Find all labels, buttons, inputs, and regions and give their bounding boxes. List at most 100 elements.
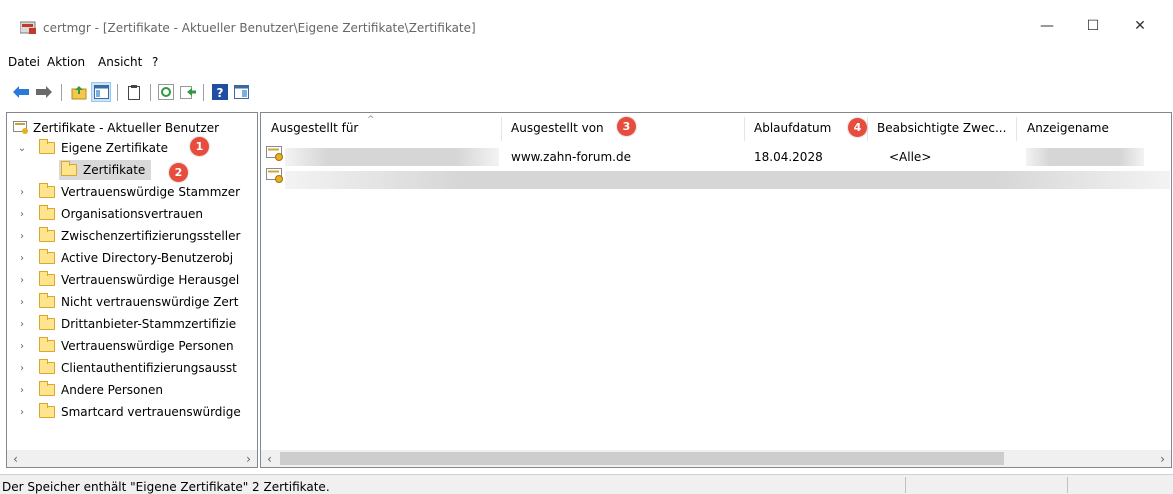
cell-intended-purposes: <Alle> xyxy=(889,150,932,164)
scroll-right-icon[interactable]: › xyxy=(240,450,257,467)
tree-item-smartcard[interactable]: Smartcard vertrauenswürdige xyxy=(39,402,241,422)
refresh-icon[interactable] xyxy=(156,82,176,102)
menu-ansicht[interactable]: Ansicht xyxy=(98,55,142,69)
sort-ascending-icon: ^ xyxy=(367,115,375,125)
console-view-icon[interactable] xyxy=(231,82,251,102)
toolbar-separator xyxy=(61,84,62,101)
scroll-right-icon[interactable]: › xyxy=(1154,450,1171,467)
folder-icon xyxy=(39,183,55,198)
annotation-badge: 4 xyxy=(848,118,867,137)
redacted-issued-to xyxy=(285,148,499,166)
clipboard-icon[interactable] xyxy=(124,82,144,102)
menu-datei[interactable]: Datei xyxy=(8,55,40,69)
tree-item-organisationsvertrauen[interactable]: Organisationsvertrauen xyxy=(39,204,203,224)
folder-icon xyxy=(39,227,55,242)
tree-root[interactable]: Zertifikate - Aktueller Benutzer xyxy=(13,118,219,138)
title-bar: certmgr - [Zertifikate - Aktueller Benut… xyxy=(0,10,1173,42)
column-divider[interactable] xyxy=(1016,117,1017,141)
chevron-right-icon[interactable]: › xyxy=(16,380,28,400)
cell-expiration: 18.04.2028 xyxy=(754,150,823,164)
tree-root-label: Zertifikate - Aktueller Benutzer xyxy=(33,121,220,135)
column-divider[interactable] xyxy=(501,117,502,141)
tree-horizontal-scrollbar[interactable]: ‹ › xyxy=(7,450,257,467)
status-text: Der Speicher enthält "Eigene Zertifikate… xyxy=(2,480,330,494)
chevron-right-icon[interactable]: › xyxy=(16,314,28,334)
folder-icon xyxy=(39,315,55,330)
menu-bar: Datei Aktion Ansicht ? xyxy=(0,50,1173,74)
help-icon[interactable]: ? xyxy=(210,82,230,102)
column-header-expiration[interactable]: Ablaufdatum xyxy=(754,117,831,139)
column-header-intended-purposes[interactable]: Beabsichtigte Zwec... xyxy=(877,117,1006,139)
tree-item-label: Nicht vertrauenswürdige Zert xyxy=(61,295,239,309)
show-hide-console-tree-icon[interactable] xyxy=(91,82,111,102)
folder-icon xyxy=(39,293,55,308)
tree-item-nicht-vertrauenswuerdige[interactable]: Nicht vertrauenswürdige Zert xyxy=(39,292,238,312)
tree-item-active-directory[interactable]: Active Directory-Benutzerobj xyxy=(39,248,233,268)
toolbar: ? xyxy=(0,78,1173,108)
back-arrow-icon[interactable] xyxy=(11,82,31,102)
chevron-right-icon[interactable]: › xyxy=(16,336,28,356)
folder-icon xyxy=(39,205,55,220)
column-divider[interactable] xyxy=(867,117,868,141)
menu-help[interactable]: ? xyxy=(152,55,158,69)
certificate-icon xyxy=(266,168,283,183)
tree-item-label: Zertifikate xyxy=(83,163,146,177)
svg-text:?: ? xyxy=(217,86,224,100)
annotation-badge: 2 xyxy=(169,163,188,182)
annotation-badge: 1 xyxy=(190,137,209,156)
tree-item-vertrauenswuerdige-herausgeber[interactable]: Vertrauenswürdige Herausgel xyxy=(39,270,239,290)
column-header-friendly-name[interactable]: Anzeigename xyxy=(1027,117,1109,139)
console-tree-pane: Zertifikate - Aktueller Benutzer ⌄ Eigen… xyxy=(6,112,258,468)
tree-item-zertifikate[interactable]: Zertifikate xyxy=(59,160,152,180)
tree-item-zwischenzertifizierungsstellen[interactable]: Zwischenzertifizierungssteller xyxy=(39,226,240,246)
menu-aktion[interactable]: Aktion xyxy=(47,55,85,69)
chevron-right-icon[interactable]: › xyxy=(16,292,28,312)
column-header-issued-by[interactable]: Ausgestellt von xyxy=(511,117,604,139)
scroll-left-icon[interactable]: ‹ xyxy=(7,450,24,467)
tree-item-label: Vertrauenswürdige Stammzer xyxy=(61,185,241,199)
redacted-row xyxy=(285,171,1170,189)
tree-item-label: Eigene Zertifikate xyxy=(61,141,169,155)
column-header-issued-to[interactable]: Ausgestellt für xyxy=(271,117,358,139)
minimize-button[interactable]: — xyxy=(1024,10,1070,42)
tree-item-vertrauenswuerdige-personen[interactable]: Vertrauenswürdige Personen xyxy=(39,336,234,356)
chevron-right-icon[interactable]: › xyxy=(16,204,28,224)
folder-icon xyxy=(39,381,55,396)
toolbar-separator xyxy=(203,84,204,101)
tree-item-label: Zwischenzertifizierungssteller xyxy=(61,229,241,243)
toolbar-separator xyxy=(150,84,151,101)
status-divider xyxy=(1067,477,1068,493)
forward-arrow-icon[interactable] xyxy=(34,82,54,102)
certificate-store-icon xyxy=(13,121,28,134)
chevron-right-icon[interactable]: › xyxy=(16,270,28,290)
chevron-right-icon[interactable]: › xyxy=(16,226,28,246)
tree-item-label: Andere Personen xyxy=(61,383,163,397)
tree-item-eigene-zertifikate[interactable]: Eigene Zertifikate xyxy=(39,138,168,158)
folder-icon xyxy=(61,161,77,176)
tree-item-clientauthentifizierung[interactable]: Clientauthentifizierungsausst xyxy=(39,358,237,378)
export-list-icon[interactable] xyxy=(178,82,198,102)
chevron-right-icon[interactable]: › xyxy=(16,358,28,378)
status-divider xyxy=(905,477,906,493)
chevron-right-icon[interactable]: › xyxy=(16,402,28,422)
chevron-down-icon[interactable]: ⌄ xyxy=(16,138,28,158)
chevron-right-icon[interactable]: › xyxy=(16,182,28,202)
up-folder-icon[interactable] xyxy=(69,82,89,102)
close-button[interactable]: ✕ xyxy=(1117,10,1163,42)
certificate-list-pane: Ausgestellt für ^ Ausgestellt von Ablauf… xyxy=(260,112,1172,468)
tree-item-drittanbieter[interactable]: Drittanbieter-Stammzertifizie xyxy=(39,314,236,334)
column-divider[interactable] xyxy=(744,117,745,141)
certmgr-app-icon xyxy=(20,21,36,34)
tree-item-andere-personen[interactable]: Andere Personen xyxy=(39,380,163,400)
maximize-button[interactable]: ☐ xyxy=(1070,10,1116,42)
cell-issued-by: www.zahn-forum.de xyxy=(511,150,631,164)
list-horizontal-scrollbar[interactable]: ‹ › xyxy=(261,450,1171,467)
scroll-left-icon[interactable]: ‹ xyxy=(261,450,278,467)
scrollbar-thumb[interactable] xyxy=(280,452,1004,465)
chevron-right-icon[interactable]: › xyxy=(16,248,28,268)
folder-icon xyxy=(39,403,55,418)
annotation-badge: 3 xyxy=(617,117,636,136)
tree-item-vertrauenswuerdige-stammzertifizierungsstellen[interactable]: Vertrauenswürdige Stammzer xyxy=(39,182,240,202)
redacted-friendly-name xyxy=(1026,148,1144,166)
tree-item-label: Active Directory-Benutzerobj xyxy=(61,251,234,265)
